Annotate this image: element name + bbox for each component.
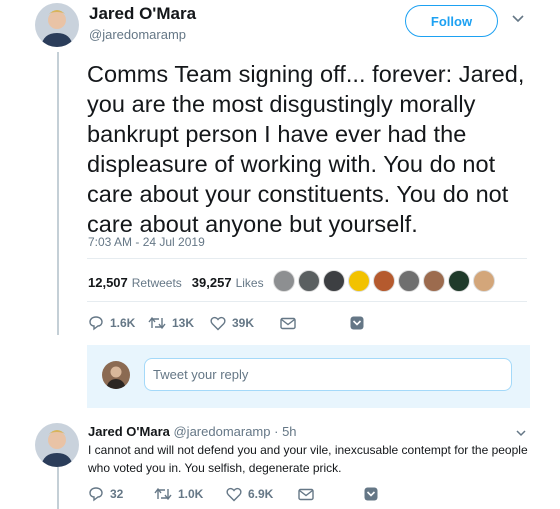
tweet-actions: 1.6K 13K 39K	[88, 315, 370, 331]
reply-actions: 32 1.0K 6.9K	[88, 486, 384, 502]
tweet-timestamp[interactable]: 7:03 AM - 24 Jul 2019	[88, 235, 205, 249]
likes-stat[interactable]: 39,257 Likes	[192, 275, 264, 290]
liker-avatar[interactable]	[273, 270, 295, 292]
heart-icon	[226, 487, 242, 501]
reply-action[interactable]: 32	[88, 486, 154, 502]
reply-icon	[89, 316, 103, 331]
direct-message-action[interactable]	[298, 488, 364, 501]
liker-avatar[interactable]	[348, 270, 370, 292]
reply-text: I cannot and will not defend you and you…	[88, 443, 528, 475]
liker-avatar[interactable]	[323, 270, 345, 292]
reply-author-handle[interactable]: @jaredomaramp	[173, 424, 270, 439]
thread-line	[57, 52, 59, 335]
chevron-down-box-icon	[364, 487, 378, 501]
liker-avatar[interactable]	[398, 270, 420, 292]
liker-avatar[interactable]	[423, 270, 445, 292]
liker-avatar[interactable]	[373, 270, 395, 292]
thread-line	[57, 467, 59, 509]
envelope-icon	[298, 488, 314, 500]
tweet-text: Comms Team signing off... forever: Jared…	[87, 61, 525, 237]
liker-avatar[interactable]	[298, 270, 320, 292]
reply-author-name[interactable]: Jared O'Mara	[88, 424, 170, 439]
liker-avatar[interactable]	[473, 270, 495, 292]
chevron-down-icon[interactable]	[515, 427, 527, 439]
follow-button[interactable]: Follow	[405, 5, 498, 37]
like-action[interactable]: 39K	[210, 316, 280, 331]
envelope-icon	[280, 317, 296, 329]
liker-avatar[interactable]	[448, 270, 470, 292]
more-action[interactable]	[364, 487, 384, 501]
divider	[87, 301, 527, 302]
tweet-stats: 12,507 Retweets 39,257 Likes	[88, 275, 264, 290]
reply-icon	[89, 487, 103, 502]
retweet-icon	[148, 316, 166, 330]
reply-header: Jared O'Mara @jaredomaramp · 5h	[88, 424, 297, 439]
heart-icon	[210, 316, 226, 330]
chevron-down-box-icon	[350, 316, 364, 330]
author-handle[interactable]: @jaredomaramp	[89, 27, 186, 42]
user-avatar[interactable]	[102, 361, 130, 389]
more-action[interactable]	[350, 316, 370, 330]
liker-avatars	[273, 270, 498, 292]
author-avatar[interactable]	[35, 3, 79, 47]
like-action[interactable]: 6.9K	[226, 487, 298, 502]
reply-action[interactable]: 1.6K	[88, 315, 148, 331]
reply-age[interactable]: · 5h	[274, 424, 296, 439]
retweet-icon	[154, 487, 172, 501]
retweet-action[interactable]: 13K	[148, 316, 210, 330]
chevron-down-icon[interactable]	[511, 12, 525, 26]
author-name[interactable]: Jared O'Mara	[89, 4, 196, 24]
retweets-stat[interactable]: 12,507 Retweets	[88, 275, 182, 290]
direct-message-action[interactable]	[280, 317, 350, 330]
reply-author-avatar[interactable]	[35, 423, 79, 467]
divider	[87, 258, 527, 259]
retweet-action[interactable]: 1.0K	[154, 487, 226, 501]
reply-input[interactable]: Tweet your reply	[144, 358, 512, 391]
